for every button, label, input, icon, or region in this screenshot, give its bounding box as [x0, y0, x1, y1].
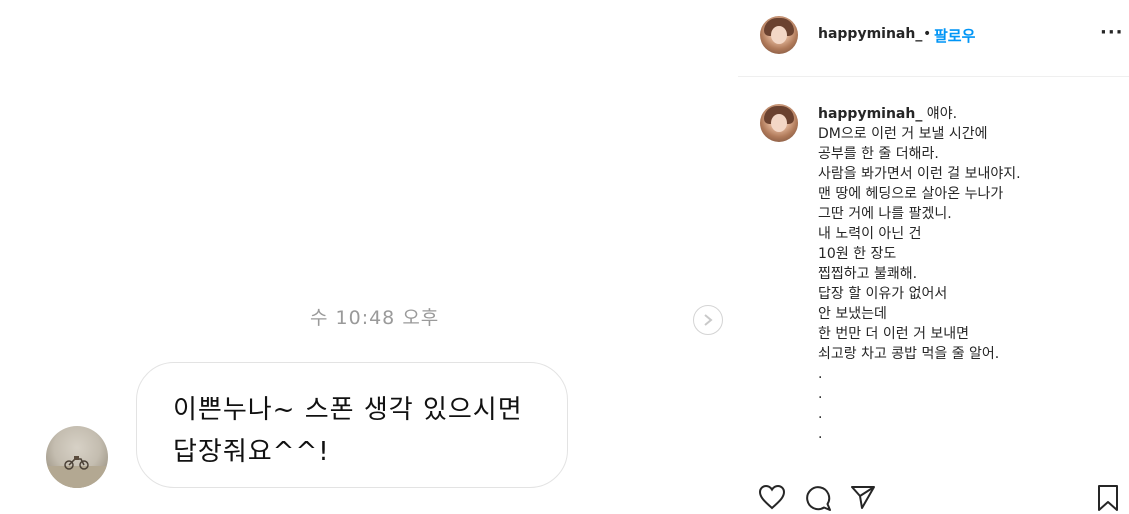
- profile-username[interactable]: happyminah_: [818, 26, 922, 42]
- caption-line: 사람을 봐가면서 이런 걸 보내야지.: [818, 166, 1021, 182]
- caption-line: 쇠고랑 차고 콩밥 먹을 줄 알어.: [818, 346, 1000, 362]
- caption-dot: .: [818, 386, 823, 402]
- heart-icon[interactable]: [758, 484, 786, 510]
- follow-button[interactable]: 팔로우: [934, 25, 975, 46]
- post-caption: happyminah_ 얘야. DM으로 이런 거 보낼 시간에 공부를 한 줄…: [818, 104, 1118, 444]
- caption-dot: .: [818, 426, 823, 442]
- caption-line: DM으로 이런 거 보낼 시간에: [818, 126, 988, 142]
- chevron-right-circle-icon[interactable]: [693, 305, 723, 335]
- sender-avatar[interactable]: [46, 426, 108, 488]
- more-options-icon[interactable]: ···: [1100, 22, 1124, 43]
- caption-line: 공부를 한 줄 더해라.: [818, 146, 939, 162]
- caption-username[interactable]: happyminah_: [818, 106, 922, 122]
- caption-line: 찝찝하고 불쾌해.: [818, 266, 918, 282]
- post-actions: [738, 480, 1129, 514]
- caption-line: 한 번만 더 이런 거 보내면: [818, 326, 970, 342]
- chevron-right-icon: [704, 314, 713, 326]
- separator-dot: •: [923, 26, 932, 42]
- bookmark-icon[interactable]: [1096, 484, 1120, 512]
- caption-line: 안 보냈는데: [818, 306, 887, 322]
- caption-text-0: 얘야.: [922, 106, 958, 122]
- caption-line: 10원 한 장도: [818, 246, 897, 262]
- caption-dot: .: [818, 366, 823, 382]
- message-text: 이쁜누나~ 스폰 생각 있으시면 답장줘요^^!: [173, 395, 523, 467]
- caption-avatar[interactable]: [760, 104, 798, 142]
- comment-icon[interactable]: [804, 484, 832, 512]
- post-panel: happyminah_ • 팔로우 ··· happyminah_ 얘야. DM…: [738, 0, 1129, 514]
- message-bubble[interactable]: 이쁜누나~ 스폰 생각 있으시면 답장줘요^^!: [136, 362, 568, 488]
- post-header: happyminah_ • 팔로우 ···: [738, 0, 1129, 77]
- caption-line: 답장 할 이유가 없어서: [818, 286, 948, 302]
- dm-panel: 수 10:48 오후 이쁜누나~ 스폰 생각 있으시면 답장줘요^^!: [0, 0, 738, 514]
- message-timestamp: 수 10:48 오후: [310, 307, 440, 329]
- send-icon[interactable]: [850, 484, 876, 510]
- caption-line: 그딴 거에 나를 팔겠니.: [818, 206, 952, 222]
- profile-avatar[interactable]: [760, 16, 798, 54]
- caption-first-line: happyminah_ 얘야.: [818, 104, 1118, 124]
- caption-line: 맨 땅에 헤딩으로 살아온 누나가: [818, 186, 1004, 202]
- caption-dot: .: [818, 406, 823, 422]
- bicycle-icon: [64, 456, 89, 470]
- caption-line: 내 노력이 아닌 건: [818, 226, 922, 242]
